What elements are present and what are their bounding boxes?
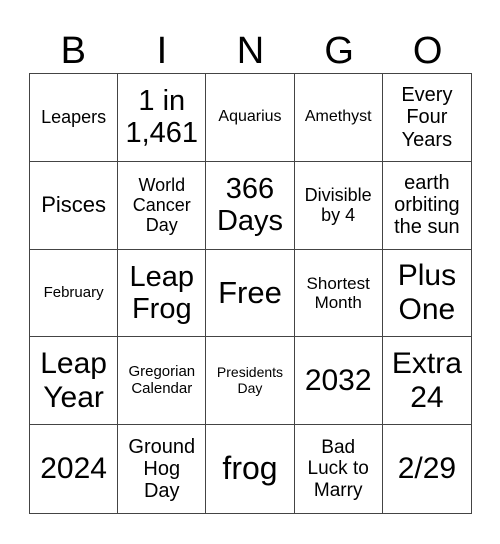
- bingo-header: B I N G O: [29, 28, 472, 73]
- bingo-cell[interactable]: Amethyst: [294, 74, 383, 162]
- bingo-cell[interactable]: Aquarius: [206, 74, 295, 162]
- bingo-cell[interactable]: Bad Luck to Marry: [295, 425, 383, 513]
- free-space-text: Free: [218, 274, 282, 310]
- cell-text: Divisible by 4: [304, 185, 372, 226]
- bingo-cell[interactable]: Ground Hog Day: [118, 425, 207, 513]
- cell-text: 1 in 1,461: [125, 84, 199, 150]
- header-letter-b: B: [60, 29, 86, 72]
- cell-text: Presidents Day: [216, 364, 284, 396]
- cell-text: Pisces: [41, 191, 106, 217]
- bingo-cell[interactable]: Presidents Day: [206, 337, 295, 426]
- cell-text: Every Four Years: [401, 83, 453, 151]
- cell-text: World Cancer Day: [132, 174, 191, 236]
- bingo-cell[interactable]: 2024: [30, 425, 119, 513]
- header-letter-g: G: [324, 29, 354, 72]
- bingo-cell[interactable]: Leap Frog: [118, 249, 207, 338]
- cell-text: Extra 24: [391, 347, 462, 414]
- header-letter-n: N: [236, 29, 265, 72]
- cell-text: Plus One: [397, 259, 457, 326]
- bingo-cell[interactable]: Shortest Month: [294, 249, 383, 338]
- bingo-cell[interactable]: 1 in 1,461: [118, 74, 207, 162]
- bingo-cell[interactable]: frog: [206, 425, 295, 513]
- bingo-cell[interactable]: Pisces: [30, 161, 119, 250]
- bingo-cell[interactable]: 366 Days: [206, 161, 295, 250]
- bingo-cell[interactable]: Leapers: [30, 74, 119, 162]
- cell-text: Gregorian Calendar: [128, 362, 196, 397]
- cell-text: 2/29: [397, 452, 457, 486]
- bingo-cell[interactable]: 2032: [294, 337, 383, 426]
- header-letter-o: O: [412, 29, 443, 72]
- bingo-cell[interactable]: Leap Year: [30, 337, 119, 426]
- bingo-cell[interactable]: Gregorian Calendar: [118, 337, 207, 426]
- bingo-cell[interactable]: Divisible by 4: [294, 161, 383, 250]
- cell-text: 366 Days: [216, 172, 284, 238]
- bingo-cell[interactable]: February: [30, 249, 119, 338]
- cell-text: 2024: [40, 452, 107, 486]
- bingo-cell[interactable]: Every Four Years: [382, 74, 471, 162]
- cell-text: Amethyst: [304, 108, 372, 126]
- cell-text: Bad Luck to Marry: [307, 437, 369, 501]
- bingo-cell[interactable]: Extra 24: [382, 337, 471, 426]
- bingo-cell[interactable]: World Cancer Day: [118, 161, 207, 250]
- header-letter-i: I: [156, 29, 168, 72]
- cell-text: Shortest Month: [306, 273, 370, 312]
- bingo-card: Leapers 1 in 1,461 Aquarius Amethyst Eve…: [29, 73, 472, 514]
- bingo-cell[interactable]: 2/29: [383, 425, 471, 513]
- cell-text: frog: [222, 450, 278, 487]
- cell-text: 2032: [304, 363, 372, 397]
- bingo-cell: Free: [206, 249, 295, 338]
- cell-text: Aquarius: [218, 108, 282, 126]
- cell-text: February: [43, 283, 104, 301]
- bingo-cell[interactable]: Plus One: [382, 250, 471, 338]
- cell-text: earth orbiting the sun: [394, 171, 460, 239]
- cell-text: Leap Frog: [129, 260, 195, 325]
- cell-text: Leapers: [41, 107, 107, 128]
- bingo-cell[interactable]: earth orbiting the sun: [382, 162, 471, 250]
- cell-text: Ground Hog Day: [128, 435, 196, 503]
- cell-text: Leap Year: [40, 347, 107, 414]
